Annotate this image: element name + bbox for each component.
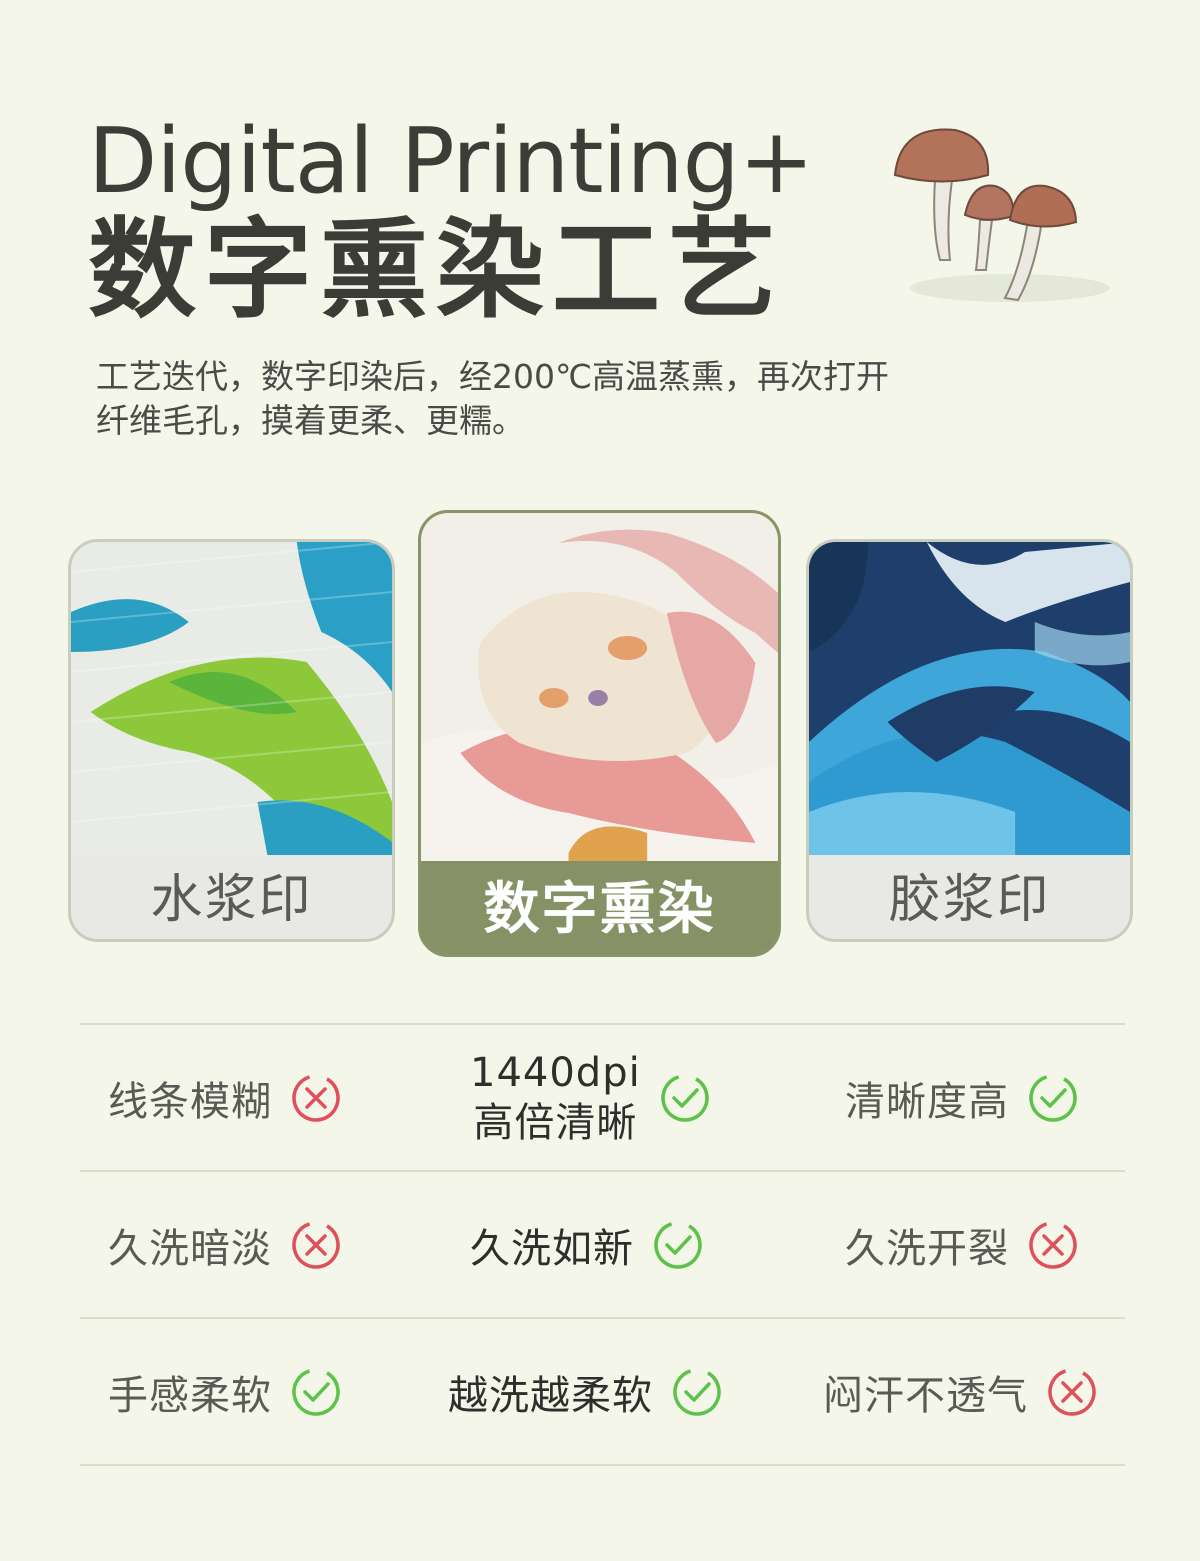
water-print-fabric-image: [71, 542, 392, 855]
cross-circle-icon: [292, 1073, 340, 1122]
description-line-1: 工艺迭代，数字印染后，经200℃高温蒸熏，再次打开: [96, 357, 890, 396]
cell-text: 闷汗不透气: [823, 1372, 1028, 1419]
card-water-print: 水浆印: [68, 539, 395, 942]
mushroom-illustration-icon: [893, 128, 1110, 302]
cell-water-clarity: 线条模糊: [108, 1025, 342, 1170]
cross-circle-icon: [1029, 1220, 1077, 1269]
cell-water-feel: 手感柔软: [108, 1319, 342, 1464]
cell-text: 线条模糊: [108, 1078, 272, 1125]
title-english: Digital Printing+: [88, 109, 814, 214]
check-circle-icon: [292, 1367, 340, 1416]
cell-text: 手感柔软: [108, 1372, 272, 1419]
comparison-row: 久洗暗淡 久洗如新 久洗开裂: [80, 1172, 1125, 1317]
table-divider: [80, 1464, 1125, 1466]
card-digital-print: 数字熏染: [418, 510, 781, 957]
card-label-plastisol-print: 胶浆印: [888, 869, 1051, 930]
plastisol-print-fabric-image: [809, 542, 1130, 855]
cell-digital-wash: 久洗如新: [470, 1172, 704, 1317]
title-chinese: 数字熏染工艺: [88, 208, 785, 333]
cell-plastisol-clarity: 清晰度高: [845, 1025, 1079, 1170]
cell-text-line2: 高倍清晰: [473, 1099, 638, 1146]
comparison-row: 手感柔软 越洗越柔软 闷汗不透气: [80, 1319, 1125, 1464]
check-circle-icon: [660, 1073, 709, 1122]
cell-text: 久洗如新: [470, 1225, 634, 1272]
cell-digital-clarity: 1440dpi 高倍清晰: [470, 1025, 711, 1170]
cross-circle-icon: [292, 1220, 340, 1269]
digital-print-fabric-image: [421, 513, 778, 861]
cell-text: 清晰度高: [845, 1078, 1009, 1125]
cell-plastisol-wash: 久洗开裂: [845, 1172, 1079, 1317]
card-label-digital-print: 数字熏染: [483, 877, 716, 942]
description-line-2: 纤维毛孔，摸着更柔、更糯。: [96, 401, 525, 440]
description: 工艺迭代，数字印染后，经200℃高温蒸熏，再次打开 纤维毛孔，摸着更柔、更糯。: [96, 355, 976, 443]
check-circle-icon: [654, 1220, 702, 1269]
card-plastisol-print: 胶浆印: [806, 539, 1133, 942]
cell-text: 久洗暗淡: [108, 1225, 272, 1272]
cell-text: 越洗越柔软: [448, 1372, 653, 1419]
comparison-row: 线条模糊 1440dpi 高倍清晰 清晰度高: [80, 1025, 1125, 1170]
check-circle-icon: [1029, 1073, 1077, 1122]
cell-text-line1: 1440dpi: [470, 1049, 641, 1096]
cell-digital-feel: 越洗越柔软: [448, 1319, 723, 1464]
cell-water-wash: 久洗暗淡: [108, 1172, 342, 1317]
cell-plastisol-feel: 闷汗不透气: [823, 1319, 1098, 1464]
cross-circle-icon: [1048, 1367, 1096, 1416]
cell-text: 久洗开裂: [845, 1225, 1009, 1272]
card-label-water-print: 水浆印: [150, 869, 313, 930]
check-circle-icon: [673, 1367, 721, 1416]
